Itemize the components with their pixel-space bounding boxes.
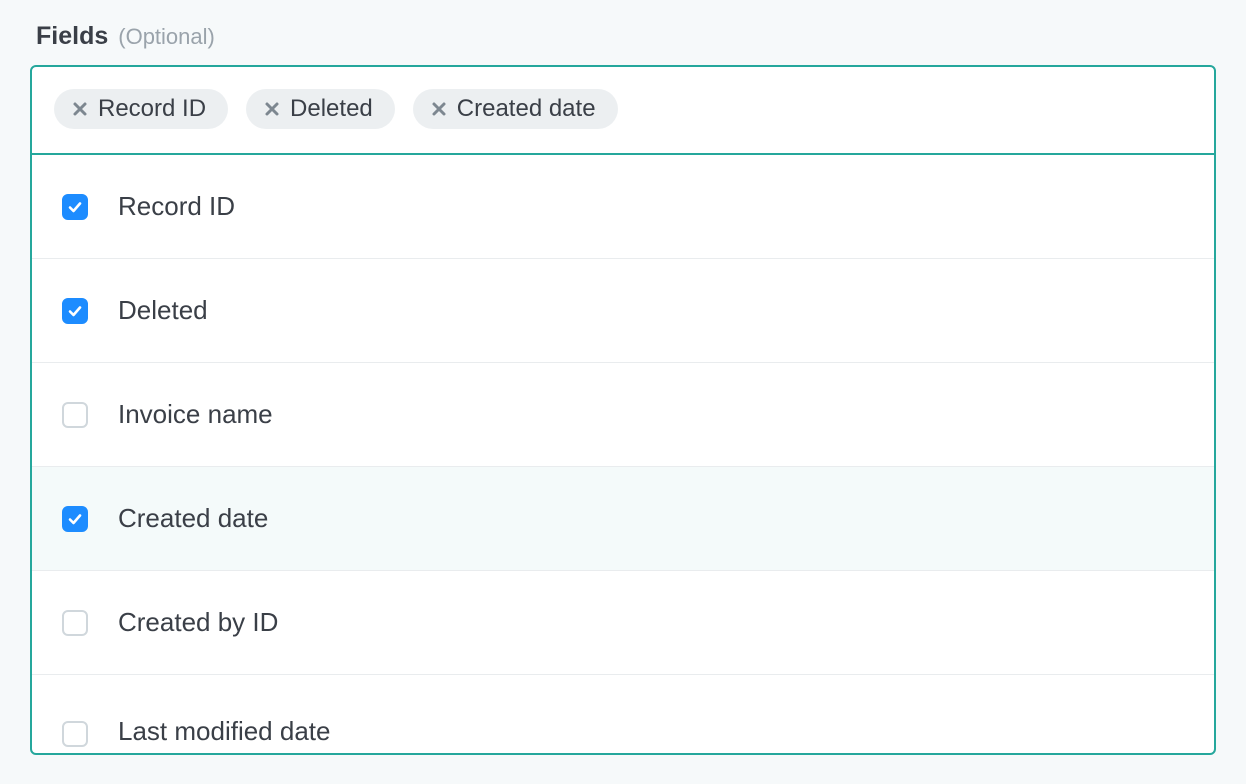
option-label: Last modified date — [118, 716, 330, 747]
fields-header: Fields (Optional) — [36, 22, 1216, 51]
chip-label: Deleted — [290, 97, 373, 121]
option-last-modified-date[interactable]: Last modified date — [32, 675, 1214, 753]
option-label: Invoice name — [118, 399, 273, 430]
checkbox[interactable] — [62, 721, 88, 747]
fields-panel: Record ID Deleted Created date R — [30, 65, 1216, 755]
option-label: Record ID — [118, 191, 235, 222]
selected-chips-row: Record ID Deleted Created date — [32, 67, 1214, 155]
option-created-date[interactable]: Created date — [32, 467, 1214, 571]
fields-optional-hint: (Optional) — [118, 24, 215, 50]
fields-title: Fields — [36, 22, 108, 51]
option-invoice-name[interactable]: Invoice name — [32, 363, 1214, 467]
option-created-by-id[interactable]: Created by ID — [32, 571, 1214, 675]
checkbox[interactable] — [62, 506, 88, 532]
remove-icon[interactable] — [431, 101, 447, 117]
option-label: Created by ID — [118, 607, 278, 638]
checkbox[interactable] — [62, 402, 88, 428]
chip-created-date[interactable]: Created date — [413, 89, 618, 129]
chip-label: Record ID — [98, 97, 206, 121]
option-label: Deleted — [118, 295, 208, 326]
checkbox[interactable] — [62, 194, 88, 220]
option-label: Created date — [118, 503, 268, 534]
checkbox[interactable] — [62, 298, 88, 324]
remove-icon[interactable] — [264, 101, 280, 117]
checkbox[interactable] — [62, 610, 88, 636]
options-list: Record ID Deleted Invoice name Created d… — [32, 155, 1214, 753]
chip-label: Created date — [457, 97, 596, 121]
chip-record-id[interactable]: Record ID — [54, 89, 228, 129]
option-record-id[interactable]: Record ID — [32, 155, 1214, 259]
chip-deleted[interactable]: Deleted — [246, 89, 395, 129]
remove-icon[interactable] — [72, 101, 88, 117]
option-deleted[interactable]: Deleted — [32, 259, 1214, 363]
